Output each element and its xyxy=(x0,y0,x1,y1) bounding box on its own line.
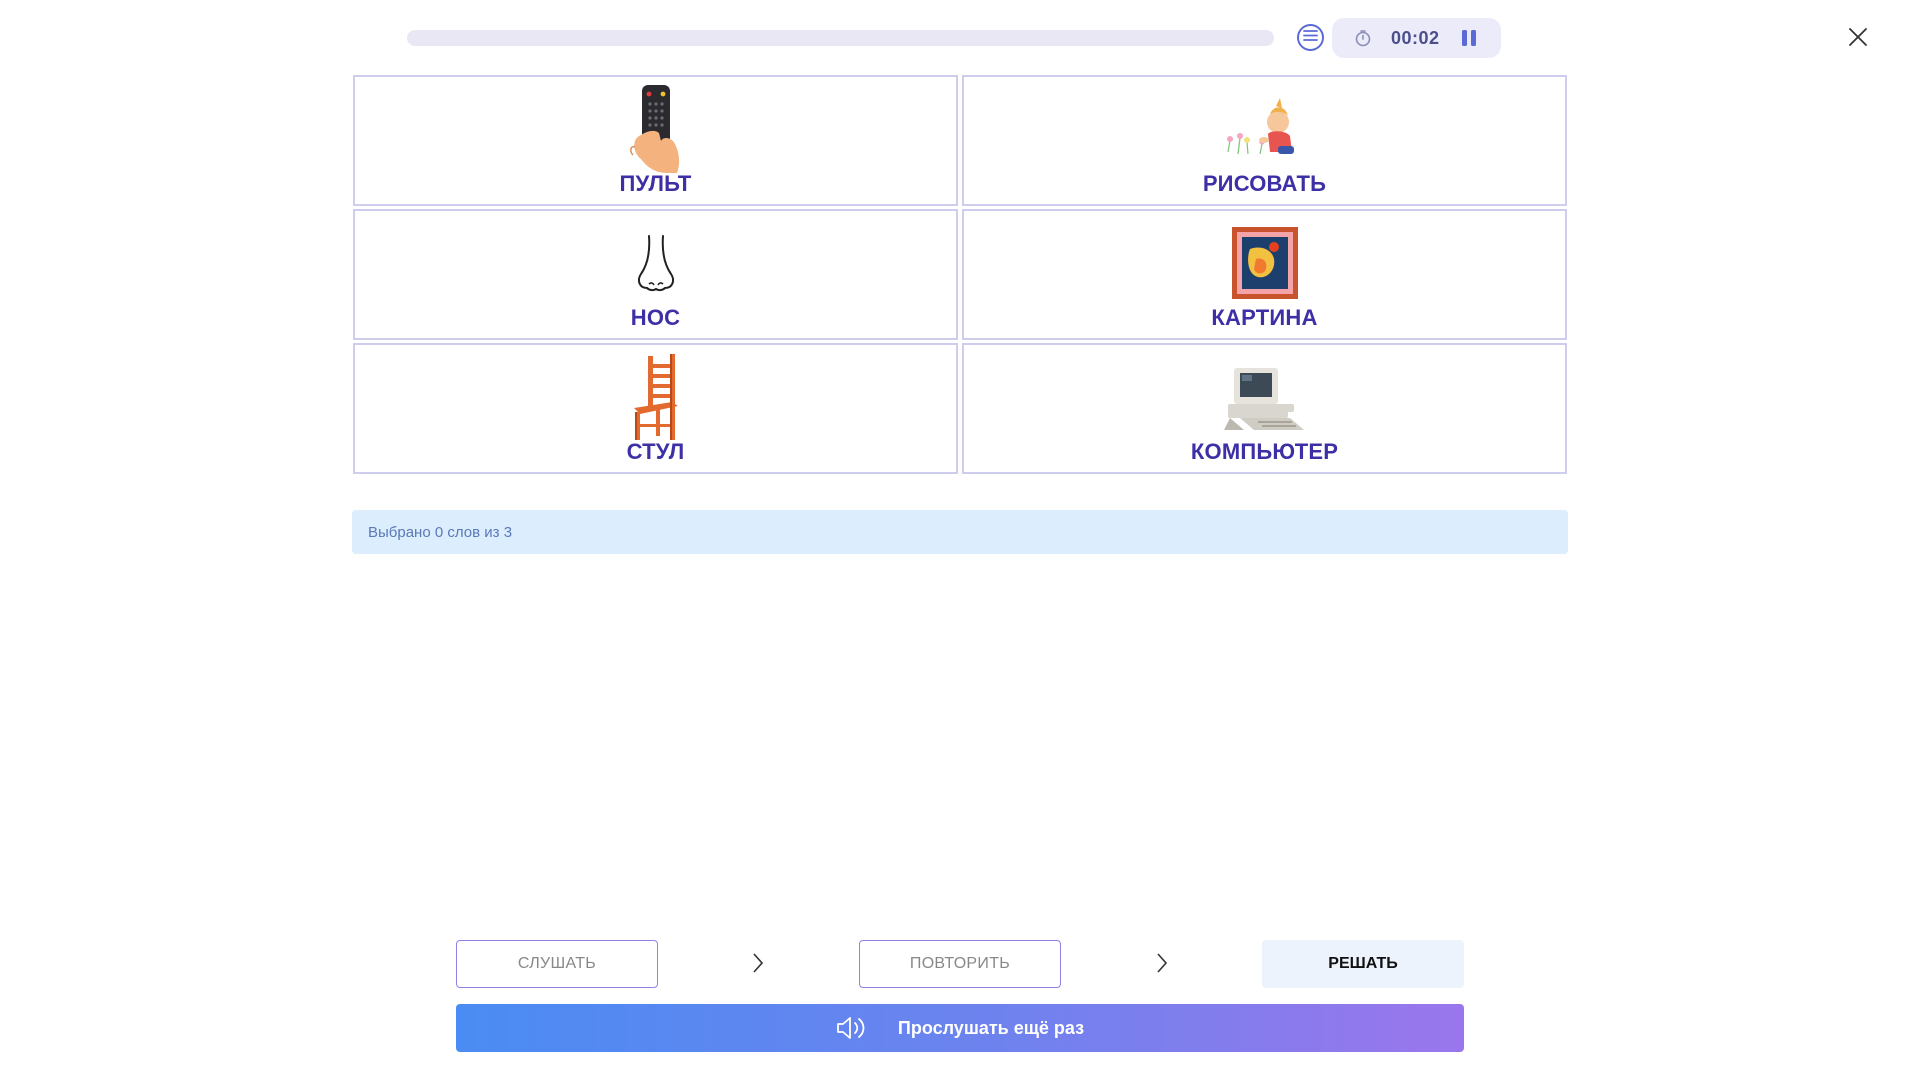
framed-picture-icon xyxy=(1210,217,1320,309)
pause-icon xyxy=(1461,30,1476,46)
card-word: СТУЛ xyxy=(626,439,685,464)
timer-value: 00:02 xyxy=(1391,27,1440,48)
card-word: НОС xyxy=(630,305,681,330)
list-button[interactable] xyxy=(1297,24,1324,51)
selection-status: Выбрано 0 слов из 3 xyxy=(352,510,1568,554)
card-word: КОМПЬЮТЕР xyxy=(1190,439,1339,464)
remote-control-icon xyxy=(601,83,711,175)
child-drawing-icon xyxy=(1210,83,1320,175)
speaker-icon xyxy=(836,1015,868,1041)
card-computer[interactable]: КОМПЬЮТЕР xyxy=(962,343,1567,474)
listen-step-button[interactable]: СЛУШАТЬ xyxy=(456,940,658,988)
close-icon xyxy=(1849,28,1867,46)
card-chair[interactable]: СТУЛ xyxy=(353,343,958,474)
computer-icon xyxy=(1210,351,1320,443)
solve-step-button[interactable]: РЕШАТЬ xyxy=(1262,940,1464,988)
close-button[interactable] xyxy=(1845,24,1871,50)
chevron-right-icon xyxy=(750,950,766,976)
card-word: КАРТИНА xyxy=(1211,305,1318,330)
chevron-right-icon xyxy=(1154,950,1170,976)
list-icon xyxy=(1303,29,1318,47)
card-picture[interactable]: КАРТИНА xyxy=(962,209,1567,340)
card-word: ПУЛЬТ xyxy=(619,171,692,196)
repeat-step-button[interactable]: ПОВТОРИТЬ xyxy=(859,940,1061,988)
pause-button[interactable] xyxy=(1459,28,1479,48)
card-nose[interactable]: НОС xyxy=(353,209,958,340)
listen-again-button[interactable]: Прослушать ещё раз xyxy=(456,1004,1464,1052)
chair-icon xyxy=(601,351,711,443)
progress-bar xyxy=(407,30,1274,46)
word-cards-grid: ПУЛЬТ РИСОВАТЬ НОС КАРТИНА СТУЛ КОМПЬЮТЕ… xyxy=(353,75,1567,474)
card-draw[interactable]: РИСОВАТЬ xyxy=(962,75,1567,206)
card-word: РИСОВАТЬ xyxy=(1202,171,1327,196)
card-remote[interactable]: ПУЛЬТ xyxy=(353,75,958,206)
timer: 00:02 xyxy=(1332,18,1501,58)
clock-icon xyxy=(1353,28,1373,48)
nose-icon xyxy=(601,217,711,309)
listen-again-label: Прослушать ещё раз xyxy=(897,1017,1085,1038)
